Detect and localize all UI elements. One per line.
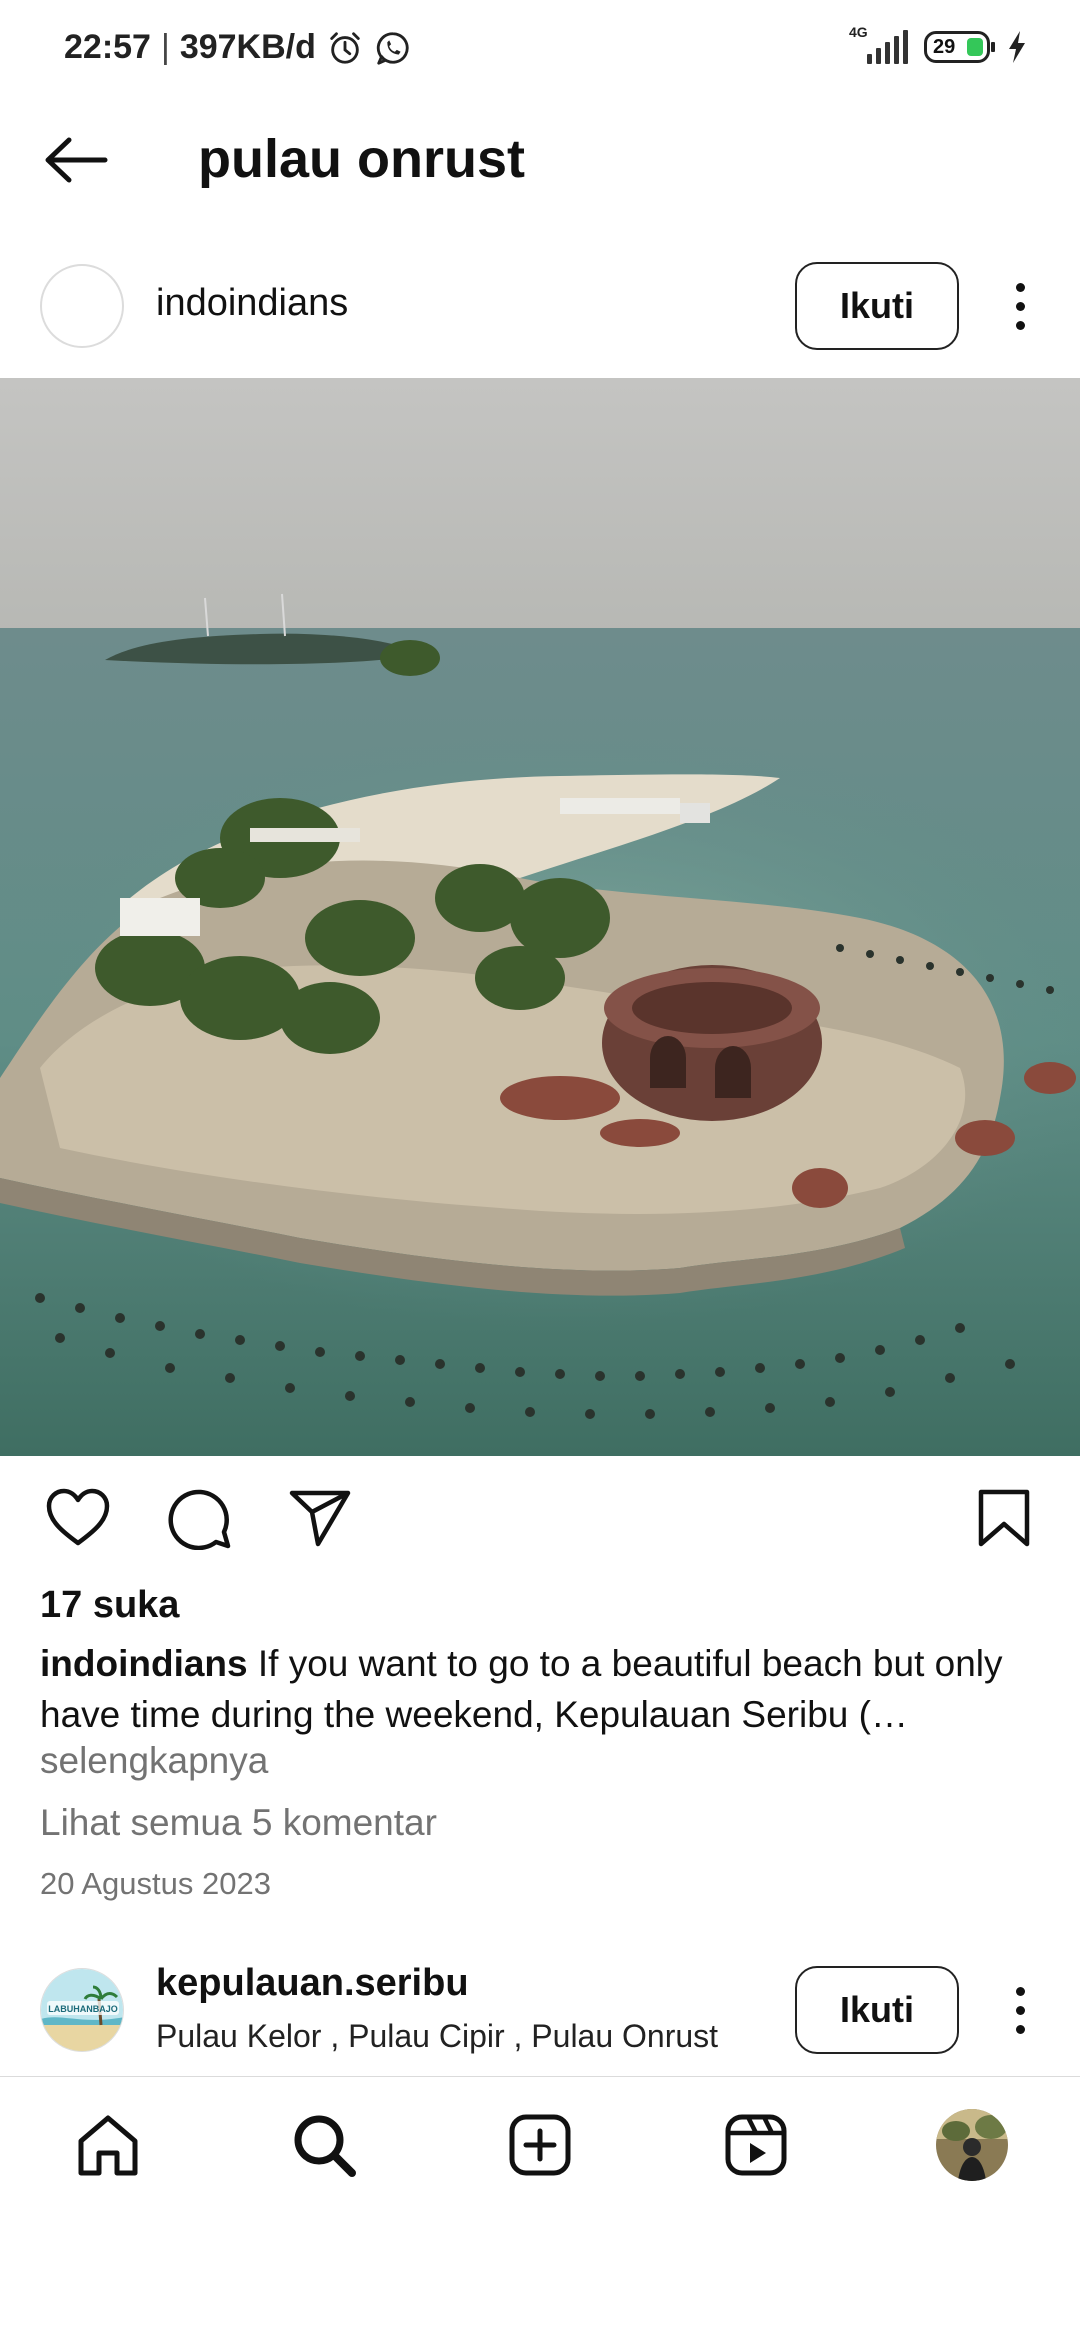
alarm-icon [330, 31, 360, 64]
post-username[interactable]: indoindians [156, 282, 348, 325]
status-separator: | [160, 28, 170, 66]
profile-avatar [936, 2109, 1008, 2181]
share-button[interactable] [282, 1480, 358, 1556]
nav-reels[interactable] [716, 2105, 796, 2185]
back-button[interactable] [40, 132, 112, 188]
like-count[interactable]: 17 suka [40, 1584, 179, 1627]
next-post-location[interactable]: Pulau Kelor , Pulau Cipir , Pulau Onrust [156, 2018, 718, 2055]
battery-level: 29 [933, 35, 956, 58]
signal-icon: 4G [847, 24, 908, 64]
comment-icon [168, 1489, 231, 1550]
send-icon [289, 1490, 351, 1547]
save-button[interactable] [966, 1480, 1042, 1556]
comment-button[interactable] [162, 1480, 238, 1556]
caption-more-link[interactable]: selengkapnya [40, 1740, 268, 1782]
home-icon [78, 2115, 138, 2176]
bottom-nav [0, 2076, 1080, 2220]
post-image[interactable] [0, 378, 1080, 1456]
battery-icon: 29 [924, 31, 995, 63]
next-post-header: LABUHANBAJO kepulauan.seribu Pulau Kelor… [0, 1962, 1080, 2082]
avatar[interactable] [40, 264, 124, 348]
status-data-rate: 397KB/d [179, 28, 316, 66]
whatsapp-icon [376, 31, 409, 65]
reels-icon [725, 2114, 787, 2176]
nav-profile[interactable] [932, 2105, 1012, 2185]
status-time: 22:57 [64, 28, 151, 66]
nav-search[interactable] [284, 2105, 364, 2185]
like-button[interactable] [40, 1480, 116, 1556]
network-type: 4G [849, 24, 868, 40]
next-follow-button[interactable]: Ikuti [795, 1966, 959, 2054]
next-post-username[interactable]: kepulauan.seribu [156, 1962, 469, 2005]
view-comments-link[interactable]: Lihat semua 5 komentar [40, 1802, 437, 1844]
status-left: 22:57 | 397KB/d [64, 28, 412, 67]
follow-button[interactable]: Ikuti [795, 262, 959, 350]
profile-photo-icon [936, 2109, 1008, 2181]
post-actions [0, 1480, 1080, 1560]
next-more-options-button[interactable] [1000, 1966, 1040, 2054]
heart-icon [46, 1488, 110, 1546]
more-options-button[interactable] [1000, 262, 1040, 350]
nav-create[interactable] [500, 2105, 580, 2185]
post-header: indoindians Ikuti [0, 262, 1080, 374]
caption-username[interactable]: indoindians [40, 1643, 248, 1684]
top-header: pulau onrust [0, 110, 1080, 210]
search-icon [294, 2115, 356, 2177]
island-photo [0, 378, 1080, 1456]
next-avatar-text: LABUHANBAJO [48, 2004, 118, 2014]
bookmark-icon [978, 1489, 1030, 1547]
status-right: 4G 29 [847, 24, 1028, 64]
plus-square-icon [509, 2114, 571, 2176]
status-bar: 22:57 | 397KB/d 4G 29 [0, 0, 1080, 100]
post-date: 20 Agustus 2023 [40, 1866, 271, 1901]
charging-icon [1009, 31, 1025, 63]
nav-home[interactable] [68, 2105, 148, 2185]
beach-logo-icon: LABUHANBAJO [41, 1969, 123, 2051]
next-post-avatar[interactable]: LABUHANBAJO [40, 1968, 124, 2052]
page-title: pulau onrust [198, 129, 525, 189]
post-caption: indoindians If you want to go to a beaut… [40, 1638, 1040, 1740]
arrow-left-icon [45, 137, 108, 183]
